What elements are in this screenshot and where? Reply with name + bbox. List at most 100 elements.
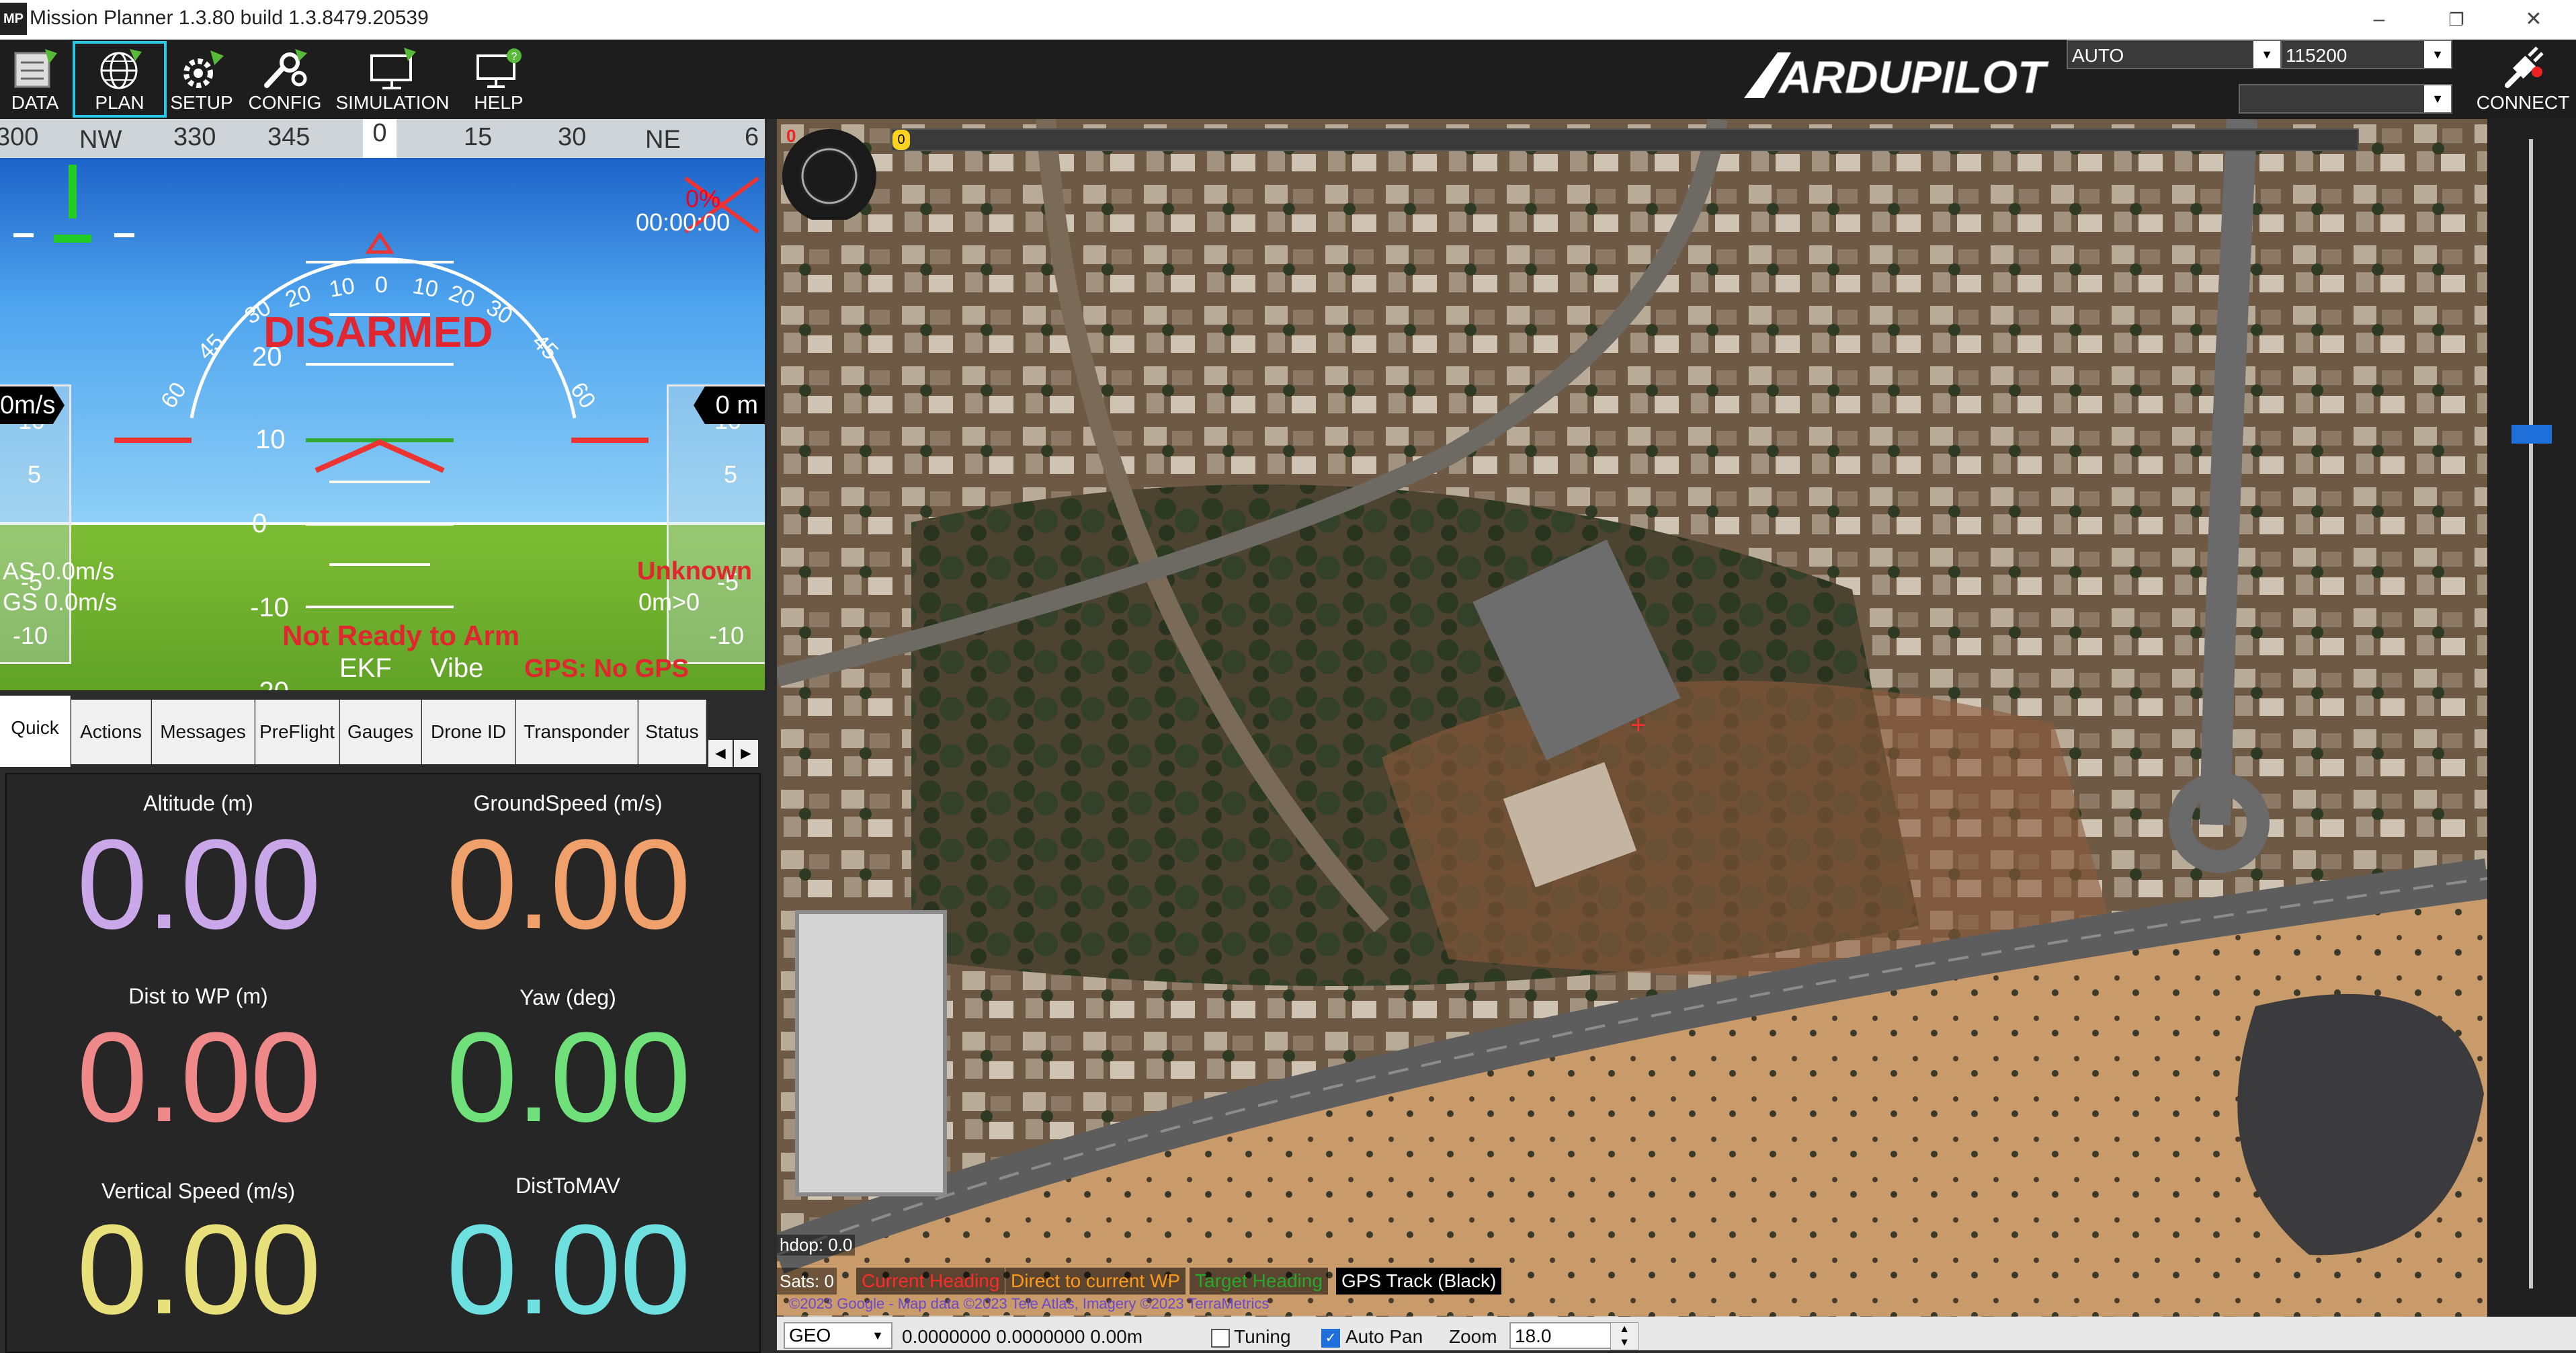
toolbar-help-button[interactable]: ? HELP bbox=[457, 41, 540, 118]
window-title-bar: MP Mission Planner 1.3.80 build 1.3.8479… bbox=[0, 0, 2576, 40]
toolbar-config-button[interactable]: CONFIG bbox=[239, 41, 331, 118]
gps-status: GPS: No GPS bbox=[524, 655, 689, 683]
quick-value: 0.00 bbox=[77, 1198, 321, 1341]
globe-icon bbox=[100, 49, 142, 89]
data-icon bbox=[14, 49, 57, 88]
toolbar-simulation-label: SIMULATION bbox=[335, 92, 450, 113]
config-icon bbox=[264, 49, 307, 88]
simulation-icon bbox=[370, 48, 416, 89]
quick-value: 0.00 bbox=[446, 1198, 691, 1341]
hud-panel: 300 NW 330 345 0 15 30 NE 6 60 45 30 20 … bbox=[0, 119, 765, 690]
tab-drone-id[interactable]: Drone ID bbox=[422, 700, 515, 764]
toolbar-setup-button[interactable]: SETUP bbox=[168, 41, 235, 118]
map-zoom-bar[interactable] bbox=[2487, 119, 2576, 1317]
link-select[interactable]: ▼ bbox=[2239, 84, 2452, 114]
ekf-indicator[interactable]: EKF bbox=[339, 653, 392, 684]
tab-quick[interactable]: Quick bbox=[0, 696, 71, 767]
quick-value: 0.00 bbox=[446, 813, 691, 956]
compass-tick: 30 bbox=[558, 123, 587, 151]
hdop-text: hdop: 0.0 bbox=[777, 1235, 856, 1256]
compass-tick: 345 bbox=[267, 123, 310, 151]
tab-preflight[interactable]: PreFlight bbox=[255, 700, 339, 764]
quick-value: 0.00 bbox=[446, 1006, 691, 1149]
cursor-coordinates: 0.0000000 0.0000000 0.00m bbox=[902, 1326, 1143, 1347]
compass-tick: 6 bbox=[745, 123, 759, 151]
flight-timer: 00:00:00 bbox=[636, 208, 731, 236]
sats-text: Sats: 0 bbox=[777, 1268, 837, 1295]
hud-compass-tape: 300 NW 330 345 0 15 30 NE 6 bbox=[0, 119, 765, 158]
minimize-button[interactable]: – bbox=[2356, 4, 2403, 35]
legend-current-heading: Current Heading bbox=[856, 1268, 1005, 1295]
quick-label: DistToMAV bbox=[515, 1174, 620, 1198]
data-tabs: Quick Actions Messages PreFlight Gauges … bbox=[0, 693, 765, 771]
alt-tape-label: 5 bbox=[724, 460, 738, 488]
connect-plug-icon bbox=[2505, 46, 2544, 88]
armed-status: DISARMED bbox=[263, 308, 493, 356]
baud-select[interactable]: 115200 ▼ bbox=[2280, 40, 2452, 69]
toolbar-simulation-button[interactable]: SIMULATION bbox=[335, 41, 450, 118]
pitch-ladder-label: -20 bbox=[250, 677, 289, 690]
satellite-map[interactable]: 0 0 + hdop: 0.0 Sats: 0 Current Heading … bbox=[777, 119, 2487, 1317]
speed-tape: 10 5 -5 -10 bbox=[0, 384, 71, 664]
toolbar-data-label: DATA bbox=[11, 92, 59, 113]
vibe-indicator[interactable]: Vibe bbox=[430, 653, 483, 684]
tab-gauges[interactable]: Gauges bbox=[340, 700, 421, 764]
roll-label: 10 bbox=[327, 273, 357, 303]
toolbar-help-label: HELP bbox=[474, 92, 524, 113]
zoom-track[interactable] bbox=[2529, 139, 2533, 1288]
quick-view-panel: Altitude (m) 0.00 GroundSpeed (m/s) 0.00… bbox=[5, 773, 761, 1353]
mission-progress-bar[interactable]: 0 bbox=[891, 128, 2359, 151]
pitch-ladder-label: 0 bbox=[252, 509, 267, 538]
tab-transponder[interactable]: Transponder bbox=[516, 700, 638, 764]
baud-select-value: 115200 bbox=[2286, 45, 2348, 66]
connect-button[interactable]: CONNECT bbox=[2470, 41, 2575, 118]
tab-scroll-left-icon[interactable]: ◀ bbox=[708, 740, 733, 767]
tuning-checkbox[interactable] bbox=[1211, 1329, 1230, 1348]
connect-label: CONNECT bbox=[2476, 92, 2570, 113]
legend-target-heading: Target Heading bbox=[1190, 1268, 1328, 1295]
pitch-ladder-label: -10 bbox=[250, 593, 289, 622]
groundspeed-text: GS 0.0m/s bbox=[3, 588, 118, 616]
coord-system-value: GEO bbox=[789, 1325, 831, 1346]
compass-tick: NW bbox=[79, 126, 122, 154]
altitude-tape: 10 5 -5 -10 bbox=[667, 384, 765, 664]
roll-label: 10 bbox=[411, 273, 440, 303]
tab-status[interactable]: Status bbox=[638, 700, 706, 764]
progress-marker[interactable]: 0 bbox=[892, 130, 910, 150]
flight-mode: Unknown bbox=[637, 557, 752, 585]
maximize-button[interactable]: ❐ bbox=[2433, 4, 2480, 35]
toolbar-plan-button[interactable]: PLAN bbox=[73, 41, 167, 118]
svg-text:?: ? bbox=[511, 51, 517, 63]
arm-message: Not Ready to Arm bbox=[282, 620, 520, 651]
toolbar-config-label: CONFIG bbox=[248, 92, 322, 113]
map-heading-indicator: 0 bbox=[777, 119, 878, 223]
port-select[interactable]: AUTO ▼ bbox=[2067, 40, 2282, 69]
tab-actions[interactable]: Actions bbox=[71, 700, 151, 764]
altitude-readout: 0 m bbox=[694, 386, 765, 424]
compass-tick: 330 bbox=[173, 123, 216, 151]
tab-messages[interactable]: Messages bbox=[152, 700, 255, 764]
window-title: Mission Planner 1.3.80 build 1.3.8479.20… bbox=[30, 7, 429, 29]
app-logo-icon: MP bbox=[0, 3, 27, 35]
zoom-stepper-icon[interactable]: ▲ ▼ bbox=[1610, 1322, 1638, 1350]
pitch-ladder-label: 10 bbox=[255, 425, 286, 454]
chevron-down-icon: ▼ bbox=[864, 1323, 891, 1348]
legend-direct-to-wp: Direct to current WP bbox=[1005, 1268, 1186, 1295]
zoom-input[interactable]: 18.0 bbox=[1509, 1322, 1624, 1349]
zoom-label: Zoom bbox=[1449, 1326, 1497, 1347]
map-center-crosshair-icon: + bbox=[1630, 710, 1647, 740]
zoom-slider-thumb[interactable] bbox=[2511, 425, 2552, 444]
toolbar-data-button[interactable]: DATA bbox=[0, 41, 70, 118]
ardupilot-brand-text: ARDUPILOT bbox=[1778, 52, 2049, 103]
chevron-down-icon: ▼ bbox=[2424, 41, 2451, 68]
airspeed-text: AS 0.0m/s bbox=[3, 557, 115, 585]
close-button[interactable]: ✕ bbox=[2510, 4, 2557, 35]
tab-scroll-right-icon[interactable]: ▶ bbox=[734, 740, 758, 767]
speed-tape-label: 5 bbox=[28, 460, 42, 488]
autopan-checkbox[interactable]: ✓ bbox=[1321, 1329, 1340, 1348]
coord-system-select[interactable]: GEO ▼ bbox=[784, 1322, 892, 1349]
tuning-label: Tuning bbox=[1234, 1326, 1291, 1347]
toolbar-setup-label: SETUP bbox=[170, 92, 233, 113]
chevron-down-icon: ▼ bbox=[2424, 85, 2451, 112]
chevron-down-icon: ▼ bbox=[2253, 41, 2280, 68]
